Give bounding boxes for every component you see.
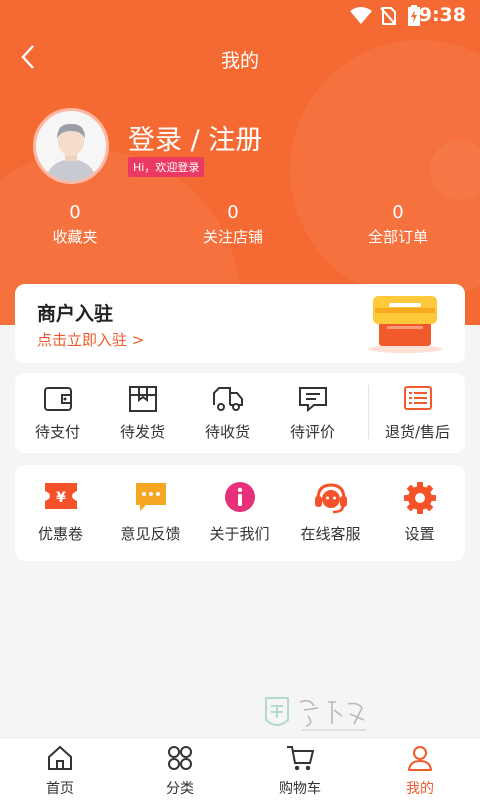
order-label: 待发货 [119,423,165,441]
avatar[interactable] [33,108,109,184]
divider [368,385,369,439]
tool-label: 设置 [404,525,435,543]
gear-icon [403,482,436,514]
wifi-icon [350,7,372,24]
default-avatar-icon [36,111,106,181]
stat-value: 0 [227,202,239,223]
tab-label: 首页 [46,781,74,797]
info-icon [224,482,255,512]
order-label: 待支付 [34,423,80,441]
cart-icon [287,746,315,771]
stat-favorites[interactable]: 0 收藏夹 [15,202,135,247]
category-icon [168,746,192,770]
customer-service-icon [314,483,347,514]
nav-bar: 我的 [0,32,480,84]
feedback-icon [135,483,166,511]
stat-value: 0 [69,202,81,223]
order-label: 待评价 [289,423,335,441]
stat-all-orders[interactable]: 0 全部订单 [338,202,458,247]
tools-card: ¥ 优惠卷 意见反馈 关于我们 在线客服 设置 [15,465,465,561]
login-register-link[interactable]: 登录 / 注册 [128,118,262,157]
return-list-icon [403,386,432,410]
status-time: 9:38 [418,4,466,26]
watermark-logo [265,697,366,731]
tool-customer-service[interactable]: 在线客服 [288,465,373,561]
bottom-tab-bar: 首页 分类 购物车 我的 [0,737,480,800]
order-pending-payment[interactable]: 待支付 [15,373,100,453]
welcome-badge: Hi，欢迎登录 [128,157,205,177]
tool-settings[interactable]: 设置 [377,465,462,561]
tab-label: 购物车 [279,781,321,797]
tool-about-us[interactable]: 关于我们 [197,465,282,561]
order-pending-shipment[interactable]: 待发货 [100,373,185,453]
tab-label: 分类 [166,781,194,797]
home-icon [48,745,72,770]
order-status-card: 待支付 待发货 待收货 待评价 退货/售后 [15,373,465,453]
stat-followed-stores[interactable]: 0 关注店铺 [173,202,293,247]
order-returns-after-sales[interactable]: 退货/售后 [370,373,465,453]
tab-mine[interactable]: 我的 [360,738,480,800]
tool-label: 在线客服 [300,525,361,543]
tool-coupons[interactable]: ¥ 优惠卷 [18,465,103,561]
merchant-onboarding-card[interactable]: 商户入驻 点击立即入驻 > [15,284,465,363]
wallet-icon [43,387,72,411]
tab-category[interactable]: 分类 [120,738,240,800]
tab-home[interactable]: 首页 [0,738,120,800]
comment-icon [298,387,327,413]
stat-label: 全部订单 [367,228,428,246]
no-sim-icon [380,7,396,25]
order-label: 退货/售后 [384,423,451,441]
stat-label: 收藏夹 [52,228,98,246]
tool-label: 关于我们 [209,525,270,543]
shop-icon [368,296,442,353]
tab-cart[interactable]: 购物车 [240,738,360,800]
tool-label: 优惠卷 [37,525,83,543]
tool-feedback[interactable]: 意见反馈 [108,465,193,561]
stat-value: 0 [392,202,404,223]
stat-label: 关注店铺 [202,228,263,246]
tool-label: 意见反馈 [120,525,181,543]
order-pending-receipt[interactable]: 待收货 [185,373,270,453]
page-title: 我的 [220,50,259,72]
order-pending-review[interactable]: 待评价 [270,373,355,453]
package-icon [128,386,157,412]
merchant-join-link[interactable]: 点击立即入驻 > [37,329,144,350]
tab-label: 我的 [406,781,434,797]
status-bar: 9:38 [0,0,480,32]
user-icon [407,746,433,771]
order-label: 待收货 [204,423,250,441]
merchant-title: 商户入驻 [37,303,114,325]
coupon-icon: ¥ [44,483,77,509]
svg-text:¥: ¥ [56,490,66,506]
truck-icon [212,387,243,411]
